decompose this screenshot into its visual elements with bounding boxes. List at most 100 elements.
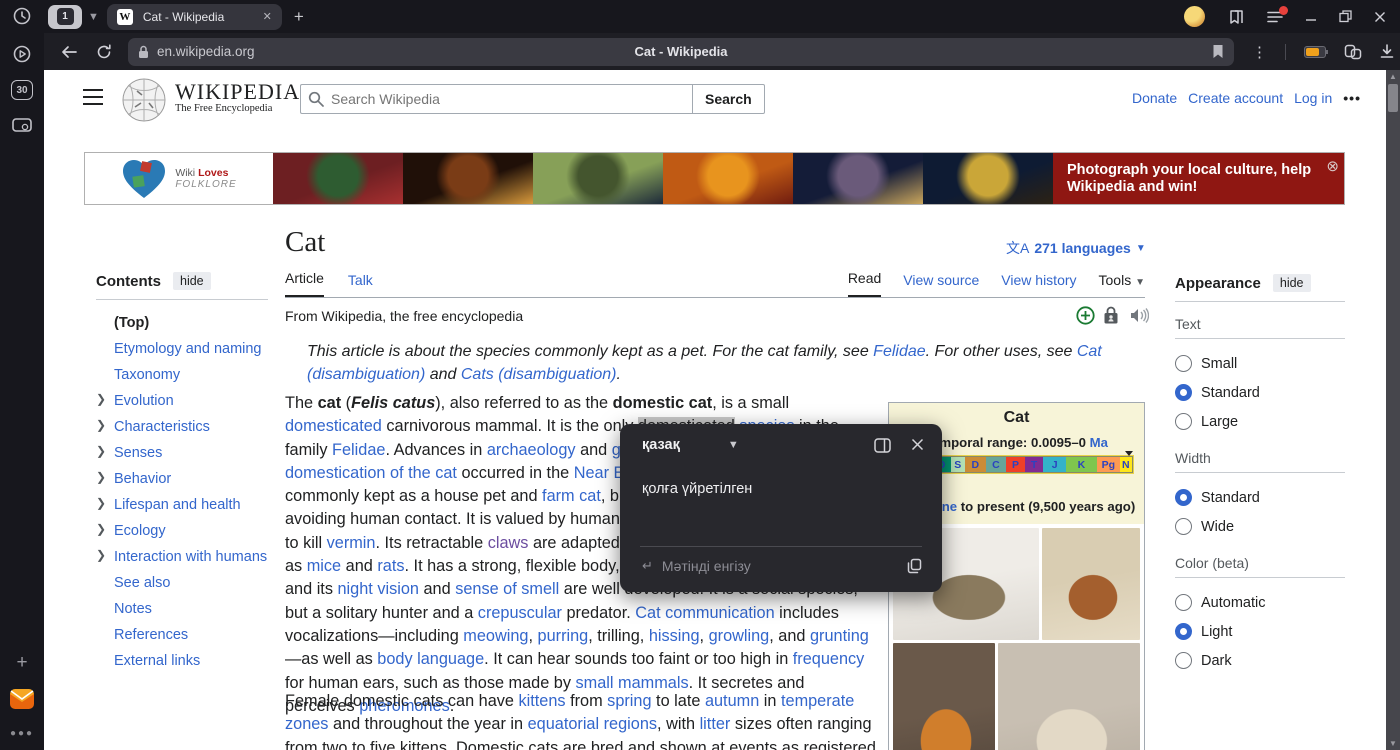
toc-hide-button[interactable]: hide (173, 272, 211, 290)
bookmark-star-icon[interactable] (1212, 44, 1224, 59)
toc-item-characteristics[interactable]: ❯Characteristics (96, 414, 268, 440)
article-link[interactable]: farm cat (542, 487, 601, 505)
timescale-segment-c[interactable]: C (986, 457, 1007, 472)
article-link[interactable]: archaeology (487, 441, 576, 459)
banner-cta[interactable]: Photograph your local culture, help Wiki… (1053, 153, 1344, 204)
search-input[interactable] (300, 84, 692, 114)
good-article-plus-icon[interactable] (1076, 306, 1095, 325)
toc-item-senses[interactable]: ❯Senses (96, 440, 268, 466)
tab-tools[interactable]: Tools ▼ (1099, 266, 1145, 297)
article-link[interactable]: sense of smell (455, 580, 559, 598)
site-lock-icon[interactable] (138, 45, 149, 59)
toc-item-see-also[interactable]: See also (96, 570, 268, 596)
calendar-30-icon[interactable]: 30 (11, 80, 33, 100)
toc-expand-icon[interactable]: ❯ (96, 392, 106, 406)
article-link[interactable]: domestication of the cat (285, 464, 457, 482)
article-link[interactable]: meowing (463, 627, 528, 645)
page-scrollbar[interactable]: ▲ ▼ (1386, 70, 1400, 750)
timescale-segment-t[interactable]: T (1025, 457, 1044, 472)
article-link[interactable]: small mammals (576, 674, 689, 692)
user-menu-ellipsis-icon[interactable]: ••• (1343, 90, 1361, 106)
wiki-loves-folklore-banner[interactable]: Wiki Loves FOLKLORE Photograph your loca… (84, 152, 1345, 205)
workspace-switcher[interactable]: 1 (48, 5, 82, 29)
article-link[interactable]: kittens (518, 692, 565, 710)
timescale-segment-d[interactable]: D (965, 457, 986, 472)
toc-item-external-links[interactable]: External links (96, 648, 268, 674)
tab-view-source[interactable]: View source (903, 266, 979, 297)
new-tab-button[interactable]: + (294, 7, 304, 27)
article-link[interactable]: purring (538, 627, 589, 645)
new-tab-plus-icon[interactable]: + (16, 652, 27, 674)
article-link[interactable]: Felidae (873, 343, 925, 360)
copy-icon[interactable] (907, 558, 922, 574)
search-button[interactable]: Search (692, 84, 765, 114)
rail-overflow-icon[interactable]: ●●● (10, 728, 34, 739)
article-link[interactable]: night vision (338, 580, 419, 598)
article-link[interactable]: claws (488, 534, 529, 552)
timescale-segment-s[interactable]: S (951, 457, 965, 472)
radio-text-standard[interactable]: Standard (1175, 378, 1345, 407)
radio-icon[interactable] (1175, 652, 1192, 669)
tab-article[interactable]: Article (285, 264, 324, 297)
article-link[interactable]: equatorial regions (528, 715, 657, 733)
appearance-hide-button[interactable]: hide (1273, 274, 1311, 292)
toc-item-interaction-with-humans[interactable]: ❯Interaction with humans (96, 544, 268, 570)
toc-item-taxonomy[interactable]: Taxonomy (96, 362, 268, 388)
timescale-segment-n[interactable]: N (1120, 457, 1132, 472)
restore-button[interactable] (1339, 10, 1352, 23)
timescale-segment-k[interactable]: K (1066, 457, 1097, 472)
cat-photo[interactable] (998, 643, 1140, 750)
cat-photo[interactable] (1042, 528, 1140, 640)
create-account-link[interactable]: Create account (1188, 90, 1283, 106)
downloads-icon[interactable] (1380, 44, 1394, 59)
article-link[interactable]: rats (377, 557, 404, 575)
scrollbar-thumb[interactable] (1388, 84, 1398, 112)
radio-color-beta-automatic[interactable]: Automatic (1175, 588, 1345, 617)
article-link[interactable]: hissing (649, 627, 700, 645)
page-actions-kebab-icon[interactable]: ⋮ (1252, 43, 1267, 61)
mail-app-icon[interactable] (9, 686, 35, 710)
scroll-up-arrow[interactable]: ▲ (1386, 72, 1400, 81)
bookmarks-library-icon[interactable] (1227, 9, 1245, 25)
timescale-segment-p[interactable]: P (1006, 457, 1025, 472)
extensions-icon[interactable] (1344, 44, 1362, 60)
close-window-button[interactable] (1374, 11, 1386, 23)
article-link[interactable]: Felidae (332, 441, 385, 459)
article-link[interactable]: domesticated (285, 417, 382, 435)
battery-extension-icon[interactable] (1304, 46, 1326, 58)
toc-item-lifespan-and-health[interactable]: ❯Lifespan and health (96, 492, 268, 518)
timescale-segment-pg[interactable]: Pg (1097, 457, 1120, 472)
cat-photo[interactable] (893, 643, 995, 750)
toc-expand-icon[interactable]: ❯ (96, 522, 106, 536)
toc-expand-icon[interactable]: ❯ (96, 418, 106, 432)
open-sidebar-icon[interactable] (874, 438, 891, 453)
article-link[interactable]: crepuscular (478, 604, 562, 622)
toc-item-ecology[interactable]: ❯Ecology (96, 518, 268, 544)
ma-link[interactable]: Ma (1090, 435, 1108, 450)
radio-icon[interactable] (1175, 518, 1192, 535)
wikipedia-globe-logo[interactable] (121, 77, 167, 123)
article-link[interactable]: body language (377, 650, 484, 668)
radio-text-small[interactable]: Small (1175, 349, 1345, 378)
radio-color-beta-light[interactable]: Light (1175, 617, 1345, 646)
back-icon[interactable] (60, 45, 78, 59)
radio-icon[interactable] (1175, 489, 1192, 506)
tab-talk[interactable]: Talk (348, 266, 373, 297)
radio-icon[interactable] (1175, 355, 1192, 372)
donate-link[interactable]: Donate (1132, 90, 1177, 106)
toc-item-behavior[interactable]: ❯Behavior (96, 466, 268, 492)
radio-icon[interactable] (1175, 594, 1192, 611)
radio-width-standard[interactable]: Standard (1175, 483, 1345, 512)
toc-item-top[interactable]: (Top) (96, 310, 268, 336)
timescale-segment-j[interactable]: J (1043, 457, 1066, 472)
popup-close-icon[interactable] (911, 438, 924, 453)
screen-capture-icon[interactable] (11, 116, 33, 136)
article-link[interactable]: autumn (705, 692, 759, 710)
language-dropdown-chevron-icon[interactable]: ▼ (728, 439, 739, 451)
toc-item-references[interactable]: References (96, 622, 268, 648)
tab-close-icon[interactable]: ✕ (263, 10, 272, 23)
toc-expand-icon[interactable]: ❯ (96, 496, 106, 510)
popup-input-placeholder[interactable]: Мәтінді енгізу (662, 558, 751, 574)
radio-width-wide[interactable]: Wide (1175, 512, 1345, 541)
article-link[interactable]: growling (709, 627, 770, 645)
